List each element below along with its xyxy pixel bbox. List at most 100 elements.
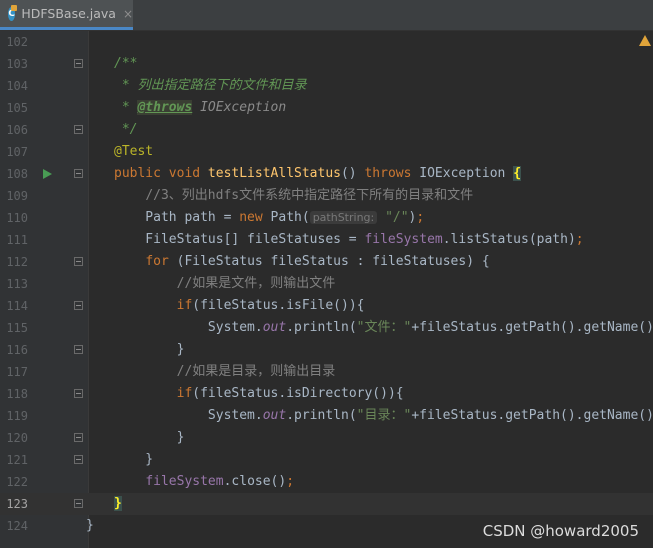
code-line[interactable]: 102 — [0, 31, 653, 53]
code-token: ; — [575, 232, 584, 247]
code-token: } — [114, 452, 154, 467]
code-token: if — [176, 386, 193, 401]
fold-icon[interactable] — [74, 301, 83, 310]
code-token: .println( — [286, 408, 357, 423]
code-line[interactable]: 106 */ — [0, 119, 653, 141]
code-text: //如果是目录，则输出目录 — [114, 361, 336, 383]
code-token: (fileStatus.isFile()){ — [192, 298, 365, 313]
tab-hdfsbase-java[interactable]: C HDFSBase.java × — [0, 0, 133, 30]
code-line[interactable]: 123} — [0, 493, 653, 515]
code-token: @throws — [137, 100, 193, 115]
code-text: for (FileStatus fileStatus : fileStatuse… — [114, 251, 490, 273]
code-line[interactable]: 111 FileStatus[] fileStatuses = fileSyst… — [0, 229, 653, 251]
code-token: ; — [416, 210, 425, 225]
code-token: /** — [114, 56, 138, 71]
code-editor[interactable]: 102 103/** 104 * 列出指定路径下的文件和目录 105 * @throw… — [0, 31, 653, 548]
code-token: throws — [364, 166, 420, 181]
code-token: } — [86, 518, 94, 533]
code-token: Path path = — [114, 210, 240, 225]
fold-icon[interactable] — [74, 389, 83, 398]
line-number: 105 — [6, 101, 28, 115]
code-token: } — [114, 430, 185, 445]
code-token: fileSystem — [145, 474, 224, 489]
fold-icon[interactable] — [74, 257, 83, 266]
code-line[interactable]: 120 } — [0, 427, 653, 449]
code-token: +fileStatus.getPath().getName()) — [411, 320, 653, 335]
fold-icon[interactable] — [74, 499, 83, 508]
code-token: * 列出指定路径下的文件和目录 — [114, 78, 307, 93]
code-line[interactable]: 122 fileSystem.close(); — [0, 471, 653, 493]
fold-icon[interactable] — [74, 59, 83, 68]
code-text: * @throws IOException — [114, 97, 286, 119]
code-line[interactable]: 103 /** — [0, 53, 653, 75]
fold-icon[interactable] — [74, 169, 83, 178]
code-token: "/" — [385, 210, 409, 225]
code-text: @Test — [114, 141, 153, 163]
line-number: 119 — [6, 409, 28, 423]
code-token: +fileStatus.getPath().getName()) — [411, 408, 653, 423]
line-number: 114 — [6, 299, 28, 313]
code-token: */ — [114, 122, 138, 137]
code-text: System.out.println("文件："+fileStatus.getP… — [114, 317, 653, 339]
line-number: 111 — [6, 233, 28, 247]
fold-icon[interactable] — [74, 455, 83, 464]
code-token: @Test — [114, 144, 154, 159]
code-token: new — [239, 210, 271, 225]
code-area[interactable]: 102 103/** 104 * 列出指定路径下的文件和目录 105 * @throw… — [0, 31, 653, 548]
code-line[interactable]: 109 //3、列出hdfs文件系统中指定路径下所有的目录和文件 — [0, 185, 653, 207]
code-line[interactable]: 115 System.out.println("文件："+fileStatus.… — [0, 317, 653, 339]
code-line[interactable]: 107 @Test — [0, 141, 653, 163]
code-line[interactable]: 105 * @throws IOException — [0, 97, 653, 119]
code-token: System. — [114, 320, 263, 335]
code-line[interactable]: 112 for (FileStatus fileStatus : fileSta… — [0, 251, 653, 273]
line-number: 122 — [6, 475, 28, 489]
close-icon[interactable]: × — [123, 7, 133, 21]
code-line[interactable]: 121 } — [0, 449, 653, 471]
line-number: 113 — [6, 277, 28, 291]
code-line[interactable]: 104 * 列出指定路径下的文件和目录 — [0, 75, 653, 97]
line-number: 104 — [6, 79, 28, 93]
code-token: out — [262, 320, 287, 335]
code-line[interactable]: 116 } — [0, 339, 653, 361]
code-token: //如果是文件，则输出文件 — [176, 276, 336, 291]
code-line[interactable]: 119 System.out.println("目录："+fileStatus.… — [0, 405, 653, 427]
line-number: 116 — [6, 343, 28, 357]
run-test-icon[interactable] — [43, 169, 52, 179]
line-number: 117 — [6, 365, 28, 379]
code-line[interactable]: 117 //如果是目录，则输出目录 — [0, 361, 653, 383]
code-text: fileSystem.close(); — [114, 471, 294, 493]
fold-icon[interactable] — [74, 345, 83, 354]
code-token: IOException — [419, 166, 514, 181]
code-token: .listStatus(path) — [442, 232, 576, 247]
code-token: public void — [114, 166, 208, 181]
code-text: //如果是文件，则输出文件 — [114, 273, 336, 295]
code-line[interactable]: 114 if(fileStatus.isFile()){ — [0, 295, 653, 317]
code-token: for — [145, 254, 177, 269]
fold-icon[interactable] — [74, 125, 83, 134]
java-class-icon: C — [8, 4, 18, 21]
code-line[interactable]: 113 //如果是文件，则输出文件 — [0, 273, 653, 295]
tab-label: HDFSBase.java — [21, 6, 116, 21]
code-token: fileSystem — [364, 232, 443, 247]
code-token: "目录：" — [356, 408, 412, 423]
fold-icon[interactable] — [74, 433, 83, 442]
code-token: //如果是目录，则输出目录 — [176, 364, 336, 379]
code-token: (FileStatus fileStatus : fileStatuses) { — [176, 254, 490, 269]
code-text: FileStatus[] fileStatuses = fileSystem.l… — [114, 229, 584, 251]
code-token: Path( — [270, 210, 310, 225]
code-token: () — [340, 166, 365, 181]
code-line[interactable]: 108 public void testListAllStatus() throw… — [0, 163, 653, 185]
code-token: .close() — [223, 474, 287, 489]
line-number: 112 — [6, 255, 28, 269]
warning-icon[interactable] — [639, 35, 651, 46]
code-token: IOException — [192, 100, 287, 115]
code-line[interactable]: 118 if(fileStatus.isDirectory()){ — [0, 383, 653, 405]
code-line[interactable]: 110 Path path = new Path(pathString: "/"… — [0, 207, 653, 229]
